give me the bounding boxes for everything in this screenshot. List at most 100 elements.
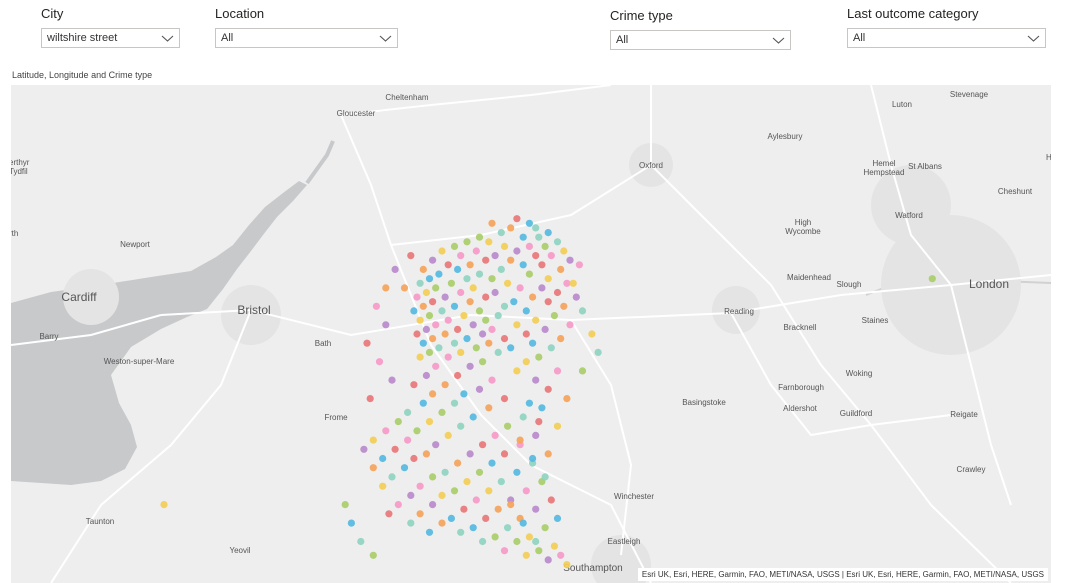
crime-point[interactable]	[553, 422, 562, 430]
crime-point[interactable]	[504, 279, 512, 287]
crime-point[interactable]	[425, 312, 434, 320]
crime-point[interactable]	[522, 358, 530, 366]
crime-point[interactable]	[160, 501, 168, 509]
crime-point[interactable]	[500, 547, 509, 555]
crime-point[interactable]	[488, 376, 496, 384]
crime-point[interactable]	[507, 256, 515, 264]
crime-point[interactable]	[519, 413, 527, 421]
crime-point[interactable]	[553, 367, 562, 375]
crime-point[interactable]	[400, 284, 409, 292]
crime-point[interactable]	[472, 344, 480, 352]
crime-point[interactable]	[547, 496, 555, 504]
crime-point[interactable]	[457, 348, 465, 356]
crime-point[interactable]	[513, 367, 521, 375]
crime-point[interactable]	[450, 399, 459, 407]
crime-point[interactable]	[507, 344, 515, 352]
crime-point[interactable]	[441, 293, 449, 301]
crime-point[interactable]	[519, 233, 527, 241]
crime-point[interactable]	[525, 270, 534, 278]
crime-point[interactable]	[525, 533, 534, 541]
crime-point[interactable]	[544, 556, 552, 564]
location-dropdown[interactable]: All	[215, 28, 398, 48]
crime-point[interactable]	[444, 316, 452, 324]
crime-point[interactable]	[513, 215, 521, 223]
crime-point[interactable]	[441, 330, 449, 338]
crime-point[interactable]	[522, 330, 530, 338]
crime-point[interactable]	[416, 353, 424, 361]
crime-point[interactable]	[429, 256, 437, 264]
crime-point[interactable]	[457, 528, 465, 536]
crime-point[interactable]	[419, 265, 427, 273]
crime-point[interactable]	[491, 533, 499, 541]
crime-point[interactable]	[457, 422, 465, 430]
crime-point[interactable]	[500, 335, 509, 343]
crime-point[interactable]	[538, 404, 546, 412]
crime-point[interactable]	[429, 335, 437, 343]
crime-point[interactable]	[369, 436, 377, 444]
crime-point[interactable]	[544, 298, 552, 306]
crime-point[interactable]	[466, 362, 474, 370]
crime-point[interactable]	[447, 514, 455, 522]
chevron-down-icon[interactable]	[379, 32, 392, 45]
crime-point[interactable]	[541, 524, 549, 532]
crime-point[interactable]	[472, 247, 480, 255]
crime-point[interactable]	[454, 371, 462, 380]
crime-point[interactable]	[391, 445, 399, 453]
crime-point[interactable]	[463, 238, 471, 246]
crime-point[interactable]	[566, 256, 574, 264]
crime-point[interactable]	[563, 279, 571, 287]
crime-point[interactable]	[479, 441, 487, 449]
crime-point[interactable]	[594, 348, 602, 356]
crime-point[interactable]	[482, 256, 490, 264]
crime-point[interactable]	[479, 358, 487, 366]
crime-point[interactable]	[441, 381, 449, 389]
crime-point[interactable]	[497, 478, 505, 486]
crime-point[interactable]	[519, 261, 527, 269]
crime-point[interactable]	[475, 468, 484, 476]
crime-point[interactable]	[457, 252, 465, 260]
crime-point[interactable]	[394, 418, 402, 426]
crime-point[interactable]	[457, 288, 465, 297]
chevron-down-icon[interactable]	[161, 32, 174, 45]
city-dropdown[interactable]: wiltshire street	[41, 28, 180, 48]
crime-point[interactable]	[438, 519, 446, 527]
crime-point[interactable]	[372, 302, 380, 310]
crime-point[interactable]	[341, 501, 349, 509]
crime-point[interactable]	[485, 487, 493, 495]
crime-point[interactable]	[532, 316, 540, 324]
outcome-dropdown[interactable]: All	[847, 28, 1046, 48]
crime-point[interactable]	[422, 450, 430, 458]
crime-point[interactable]	[391, 265, 399, 273]
crime-point[interactable]	[463, 335, 471, 343]
crime-point[interactable]	[513, 537, 521, 546]
crime-point[interactable]	[382, 427, 390, 435]
crime-point[interactable]	[566, 321, 574, 329]
crime-point[interactable]	[450, 339, 459, 347]
crime-point[interactable]	[466, 298, 474, 306]
crime-point[interactable]	[416, 279, 424, 287]
crime-point[interactable]	[578, 367, 587, 375]
crime-point[interactable]	[553, 238, 562, 246]
crime-point[interactable]	[485, 238, 493, 246]
crime-point[interactable]	[429, 298, 437, 306]
crime-point[interactable]	[360, 445, 368, 453]
chevron-down-icon[interactable]	[772, 34, 785, 47]
crime-point[interactable]	[485, 339, 493, 347]
crime-point[interactable]	[535, 233, 543, 241]
crime-point[interactable]	[447, 279, 455, 287]
crime-point[interactable]	[500, 450, 509, 458]
crime-point[interactable]	[410, 307, 418, 315]
crime-point[interactable]	[563, 561, 571, 569]
map-visual[interactable]: Cheltenham Gloucester Luton Stevenage Aylesb…	[11, 85, 1051, 583]
crime-point[interactable]	[532, 431, 540, 439]
crime-point[interactable]	[444, 261, 452, 269]
crime-point[interactable]	[379, 454, 387, 463]
crime-point[interactable]	[563, 395, 571, 403]
crime-point[interactable]	[519, 519, 527, 527]
crime-point[interactable]	[482, 514, 490, 522]
crime-point[interactable]	[541, 242, 549, 250]
crime-point[interactable]	[572, 293, 580, 301]
crime-point[interactable]	[438, 491, 446, 499]
crime-point[interactable]	[366, 395, 374, 403]
crime-point[interactable]	[413, 330, 421, 338]
